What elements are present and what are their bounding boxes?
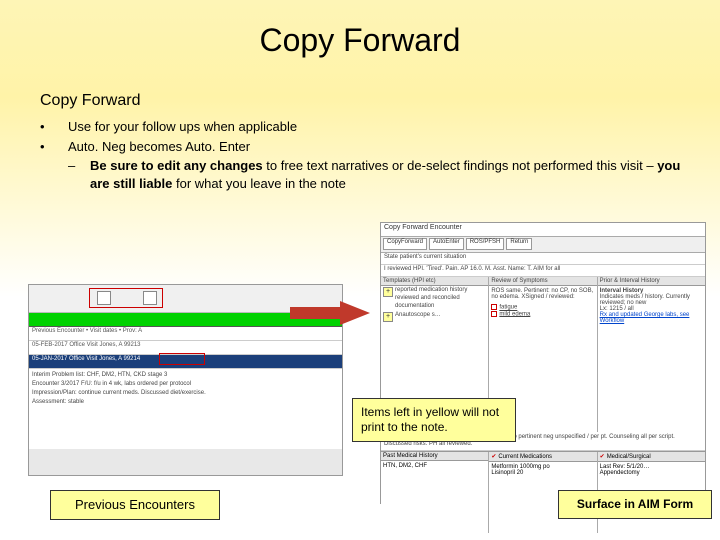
section-subtitle: Copy Forward [40,92,140,110]
callout-yellow-note: Items left in yellow will not print to t… [352,398,516,442]
text-block: Metformin 1000mg po Lisinopril 20 [489,462,596,478]
bullet-list: •Use for your follow ups when applicable… [40,118,690,192]
slide: Copy Forward Copy Forward •Use for your … [0,0,720,540]
screenshot-aim-form: Copy Forward Encounter CopyForward AutoE… [380,222,706,504]
dash: – [68,157,90,192]
text: Indicates meds / history. Currently revi… [600,294,703,306]
info-bar: State patient's current situation [381,253,705,265]
column-history: Prior & Interval History Interval Histor… [598,277,705,432]
link[interactable]: Rx and updated George labs, see Workflow [600,312,703,324]
column-header: Templates (HPI etc) [381,277,488,286]
label: Medical/Surgical [607,454,651,460]
text-block: Interval History Indicates meds / histor… [598,286,705,326]
label: Current Medications [498,454,552,460]
page-title: Copy Forward [0,22,720,59]
text: Assessment: stable [32,399,339,405]
list-item[interactable]: Anautoscope s… [381,311,488,321]
callout-surface-aim: Surface in AIM Form [558,490,712,519]
highlight-box [159,353,205,365]
arrow-icon [290,301,370,325]
checkbox-icon[interactable] [491,311,497,317]
text: Interim Problem list: CHF, DM2, HTN, CKD… [32,372,339,378]
note-body: Interim Problem list: CHF, DM2, HTN, CKD… [29,369,342,449]
column-header: Past Medical History [381,452,488,461]
column-header: Prior & Interval History [598,277,705,286]
auto-enter-button[interactable]: AutoEnter [429,238,464,250]
table-header: Previous Encounter • Visit dates • Prov:… [29,327,342,341]
info-bar: I reviewed HPI. 'Tired'. Pain. AP 16.0. … [381,265,705,277]
list-item[interactable]: mild edema [499,311,530,317]
sub-bullet-text: Be sure to edit any changes to free text… [90,157,690,192]
text: ROS same. Pertinent: no CP, no SOB, no e… [489,286,596,302]
window-toolbar: CopyForward AutoEnter ROS/PFSH Return [381,237,705,253]
list: fatigue mild edema [489,302,596,319]
column-header: Review of Symptoms [489,277,596,286]
column-header: ✔Current Medications [489,452,596,462]
callout-previous-encounters: Previous Encounters [50,490,220,520]
return-button[interactable]: Return [506,238,532,250]
bullet-text: Auto. Neg becomes Auto. Enter [68,138,250,156]
list-item[interactable]: reported medication history reviewed and… [381,286,488,311]
ros-pfsh-button[interactable]: ROS/PFSH [466,238,505,250]
window-titlebar: Copy Forward Encounter [381,223,705,237]
text: HTN, DM2, CHF [381,461,488,471]
column-header: ✔Medical/Surgical [598,452,705,462]
copy-forward-button[interactable]: CopyForward [383,238,427,250]
check-icon: ✔ [600,454,605,460]
text: Appendectomy [600,470,703,476]
text: for what you leave in the note [172,176,345,191]
text: Impression/Plan: continue current meds. … [32,390,339,396]
emph: Be sure to edit any changes [90,158,263,173]
text-block: Last Rev: 5/1/20… Appendectomy [598,462,705,478]
text: to free text narratives or de-select fin… [263,158,658,173]
bullet-dot: • [40,138,68,156]
list-item[interactable]: fatigue [499,305,517,311]
highlight-box [89,288,163,308]
checkbox-icon[interactable] [491,304,497,310]
bullet-dot: • [40,118,68,136]
text: Lisinopril 20 [491,470,594,476]
bullet-text: Use for your follow ups when applicable [68,118,297,136]
check-icon: ✔ [491,454,496,460]
column-pmh: Past Medical History HTN, DM2, CHF [381,452,489,533]
text: Encounter 3/2017 F/U: f/u in 4 wk, labs … [32,381,339,387]
